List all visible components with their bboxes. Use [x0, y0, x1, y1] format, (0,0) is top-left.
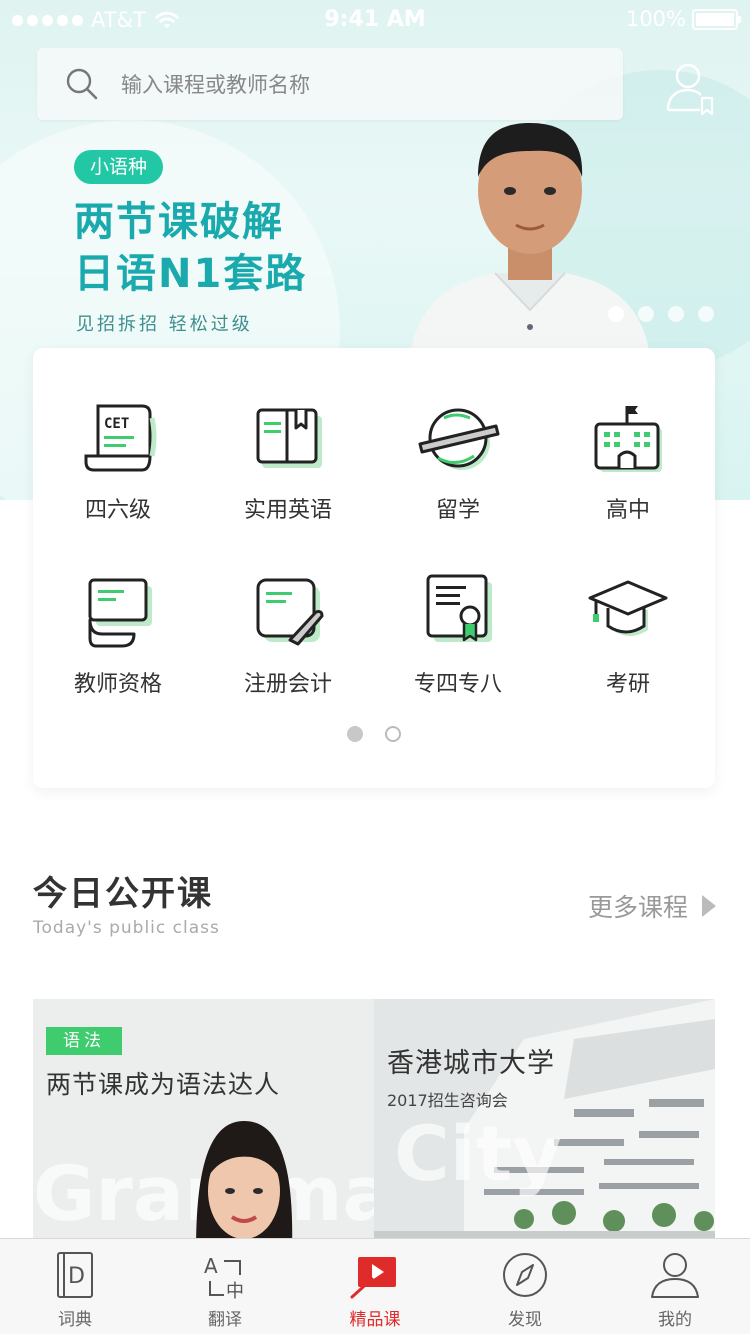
- category-label: 高中: [605, 498, 650, 523]
- profile-bookmark-icon[interactable]: [660, 58, 720, 118]
- tab-label: 词典: [58, 1310, 92, 1330]
- class-title: 两节课成为语法达人: [46, 1070, 281, 1099]
- category-teacher-qualification[interactable]: 教师资格: [33, 570, 203, 698]
- category-label: 专四专八: [413, 672, 502, 697]
- banner-subline: 见招拆招 轻松过级: [76, 314, 253, 335]
- school-building-icon: [594, 406, 662, 472]
- class-card-cityu[interactable]: City 香港城市大学 2017招生咨询会: [374, 999, 715, 1239]
- category-label: 留学: [435, 498, 480, 523]
- page-dot[interactable]: [385, 726, 401, 742]
- svg-text:A: A: [204, 1254, 218, 1278]
- page-dot[interactable]: [608, 306, 624, 322]
- category-practical-english[interactable]: 实用英语: [203, 396, 373, 524]
- svg-text:中: 中: [226, 1281, 244, 1301]
- banner-page-indicator: [608, 306, 714, 322]
- user-icon: [651, 1253, 699, 1298]
- video-course-icon: [350, 1257, 396, 1299]
- category-page-indicator: [33, 726, 715, 742]
- app-screen: AT&T 9:41 AM 100% 输入课程或教师名称 小语种 两节课破解 日语…: [0, 0, 750, 1334]
- tab-translate[interactable]: A 中 翻译: [150, 1239, 300, 1334]
- search-icon: [66, 68, 98, 100]
- category-label: 实用英语: [243, 498, 332, 523]
- notepad-pen-icon: [256, 578, 324, 646]
- category-card: CET 四六级 实用英语 留学 高中 教师资格 注册会计 专四专八 考研: [33, 348, 715, 788]
- banner-headline: 两节课破解 日语N1套路: [74, 196, 307, 300]
- tab-dictionary[interactable]: D 词典: [0, 1239, 150, 1334]
- category-cet[interactable]: CET 四六级: [33, 396, 203, 524]
- banner-headline-line: 日语N1套路: [74, 251, 308, 297]
- compass-icon: [503, 1253, 547, 1297]
- bottom-tab-bar: D 词典 A 中 翻译 精品课 发现 我的: [0, 1238, 750, 1334]
- tab-premium-courses[interactable]: 精品课: [300, 1239, 450, 1334]
- dictionary-icon: D: [57, 1252, 93, 1298]
- class-subtitle: 2017招生咨询会: [387, 1091, 508, 1110]
- tab-label: 精品课: [349, 1310, 401, 1330]
- page-dot[interactable]: [638, 306, 654, 322]
- svg-text:CET: CET: [104, 416, 129, 432]
- battery-icon: [692, 8, 741, 30]
- planet-icon: [418, 408, 500, 470]
- award-certificate-icon: [426, 574, 492, 642]
- category-cpa[interactable]: 注册会计: [203, 570, 373, 698]
- category-study-abroad[interactable]: 留学: [373, 396, 543, 524]
- card-watermark: City: [394, 1109, 562, 1198]
- translate-icon: A 中: [204, 1254, 244, 1301]
- category-label: 考研: [605, 672, 650, 697]
- section-subtitle: Today's public class: [33, 918, 220, 938]
- category-postgraduate[interactable]: 考研: [543, 570, 713, 698]
- class-tag: 语法: [46, 1027, 122, 1055]
- more-courses-label: 更多课程: [587, 893, 688, 922]
- tab-label: 我的: [658, 1310, 692, 1330]
- open-book-icon: [256, 408, 322, 468]
- class-card-grammar[interactable]: Grammar 语法 两节课成为语法达人: [33, 999, 374, 1239]
- page-dot[interactable]: [347, 726, 363, 742]
- battery-percent: 100%: [625, 7, 686, 31]
- tab-me[interactable]: 我的: [600, 1239, 750, 1334]
- category-label: 教师资格: [73, 672, 162, 697]
- section-title: 今日公开课: [33, 874, 213, 914]
- page-dot[interactable]: [668, 306, 684, 322]
- teacher-photo: [196, 1121, 293, 1239]
- category-tem48[interactable]: 专四专八: [373, 570, 543, 698]
- banner-tag: 小语种: [74, 150, 164, 184]
- tab-label: 翻译: [208, 1310, 242, 1330]
- cet-scroll-icon: CET: [84, 404, 157, 472]
- more-courses-link[interactable]: 更多课程: [588, 888, 716, 924]
- category-label: 四六级: [84, 498, 151, 523]
- status-bar: AT&T 9:41 AM 100%: [0, 0, 750, 40]
- tab-discover[interactable]: 发现: [450, 1239, 600, 1334]
- certificate-stack-icon: [88, 578, 152, 648]
- graduation-cap-icon: [588, 580, 668, 636]
- page-dot[interactable]: [698, 306, 714, 322]
- search-placeholder: 输入课程或教师名称: [121, 73, 310, 97]
- category-label: 注册会计: [243, 672, 332, 697]
- svg-text:D: D: [68, 1264, 85, 1289]
- search-bar[interactable]: 输入课程或教师名称: [37, 48, 623, 120]
- banner-headline-line: 两节课破解: [74, 199, 284, 245]
- category-high-school[interactable]: 高中: [543, 396, 713, 524]
- class-title: 香港城市大学: [387, 1048, 555, 1079]
- arrow-right-icon: [702, 895, 716, 917]
- tab-label: 发现: [508, 1310, 542, 1330]
